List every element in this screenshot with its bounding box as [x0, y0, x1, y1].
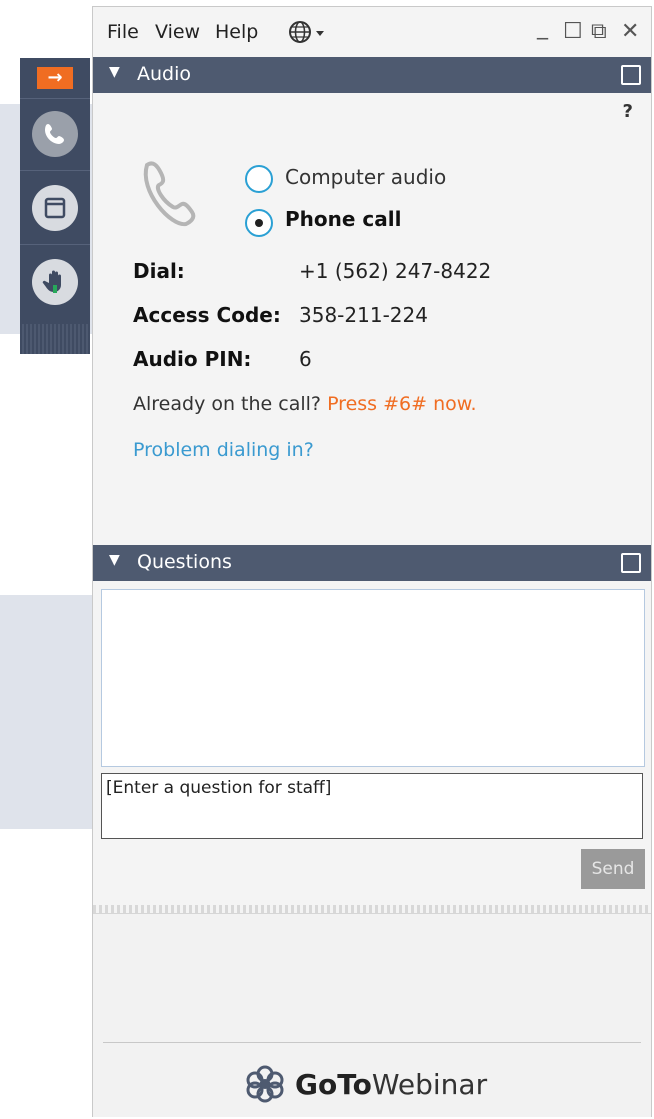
phone-handset-icon	[133, 155, 213, 239]
collapse-triangle-icon[interactable]: ▼	[109, 552, 120, 568]
audio-panel-header[interactable]: ▼ Audio	[93, 57, 651, 93]
access-code-value: 358-211-224	[299, 303, 428, 327]
close-button[interactable]: ✕	[621, 19, 639, 44]
audio-panel-title: Audio	[137, 63, 192, 85]
footer: GoToWebinar	[93, 913, 651, 1117]
screen-view-button[interactable]	[20, 172, 90, 245]
collapse-triangle-icon[interactable]: ▼	[109, 64, 120, 80]
audio-pin-label: Audio PIN:	[133, 347, 252, 371]
resize-grip[interactable]	[93, 905, 651, 913]
computer-audio-radio[interactable]	[245, 165, 273, 193]
send-button[interactable]: Send	[581, 849, 645, 889]
screen-icon	[32, 185, 78, 231]
raise-hand-icon	[32, 259, 78, 305]
brand-goto: GoTo	[295, 1067, 372, 1101]
help-button[interactable]: ?	[623, 101, 633, 122]
collapse-button[interactable]: →	[20, 58, 90, 99]
access-code-label: Access Code:	[133, 303, 281, 327]
background-panel-bottom	[0, 595, 95, 829]
audio-pin-value: 6	[299, 347, 312, 371]
menu-bar: File View Help _ ☐ ⧉ ✕	[93, 7, 651, 57]
phone-icon	[32, 111, 78, 157]
popout-icon[interactable]	[621, 553, 641, 573]
side-toolbar: →	[20, 58, 90, 354]
rail-grip	[20, 324, 90, 354]
dial-number: +1 (562) 247-8422	[299, 259, 492, 283]
questions-log[interactable]	[101, 589, 645, 767]
already-on-call-question: Already on the call?	[133, 393, 322, 415]
dial-label: Dial:	[133, 259, 185, 283]
computer-audio-label[interactable]: Computer audio	[285, 165, 446, 189]
popout-icon[interactable]	[621, 65, 641, 85]
maximize-button[interactable]: ☐	[563, 19, 583, 44]
questions-panel-title: Questions	[137, 551, 232, 573]
menu-help[interactable]: Help	[215, 21, 258, 43]
audio-panel-body: ? Computer audio Phone call Dial: +1 (56…	[93, 95, 651, 545]
gotowebinar-flower-icon	[246, 1065, 284, 1103]
problem-dialing-link[interactable]: Problem dialing in?	[133, 439, 314, 461]
questions-panel-header[interactable]: ▼ Questions	[93, 545, 651, 581]
brand-webinar: Webinar	[371, 1067, 488, 1101]
phone-call-radio[interactable]	[245, 209, 273, 237]
raise-hand-button[interactable]	[20, 246, 90, 318]
language-globe-icon[interactable]	[287, 19, 329, 50]
menu-view[interactable]: View	[155, 21, 200, 43]
minimize-button[interactable]: _	[537, 15, 548, 40]
already-on-call-text: Already on the call? Press #6# now.	[133, 393, 477, 415]
press-code-instruction: Press #6# now.	[327, 393, 477, 415]
question-input[interactable]: [Enter a question for staff]	[101, 773, 643, 839]
footer-divider	[103, 1042, 641, 1043]
audio-toggle-button[interactable]	[20, 98, 90, 171]
webinar-control-panel: File View Help _ ☐ ⧉ ✕ ▼ Audio ? Compute…	[92, 6, 652, 1117]
phone-call-label[interactable]: Phone call	[285, 207, 401, 231]
restore-button[interactable]: ⧉	[591, 19, 607, 44]
gotowebinar-logo: GoToWebinar	[243, 1064, 487, 1104]
menu-file[interactable]: File	[107, 21, 139, 43]
arrow-right-icon: →	[37, 67, 73, 89]
